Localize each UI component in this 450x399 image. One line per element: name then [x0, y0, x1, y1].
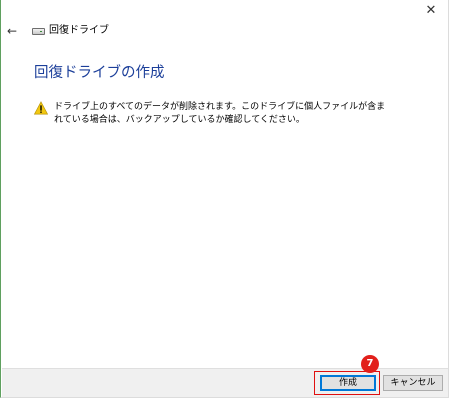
footer-bar	[2, 368, 448, 397]
cancel-button[interactable]: キャンセル	[383, 375, 443, 391]
close-icon[interactable]: ✕	[420, 2, 442, 20]
recovery-drive-window: ✕ ← 回復ドライブ 回復ドライブの作成 ドライブ上のすべてのデータが削除されま…	[0, 0, 449, 398]
step-highlight-box	[314, 371, 380, 395]
page-title: 回復ドライブの作成	[34, 65, 165, 81]
warning-message: ドライブ上のすべてのデータが削除されます。このドライブに個人ファイルが含まれてい…	[54, 102, 386, 125]
step-number-badge: 7	[361, 355, 379, 373]
back-arrow-icon[interactable]: ←	[7, 24, 21, 38]
app-title: 回復ドライブ	[49, 25, 109, 36]
drive-icon	[32, 28, 45, 35]
warning-icon	[34, 101, 48, 115]
